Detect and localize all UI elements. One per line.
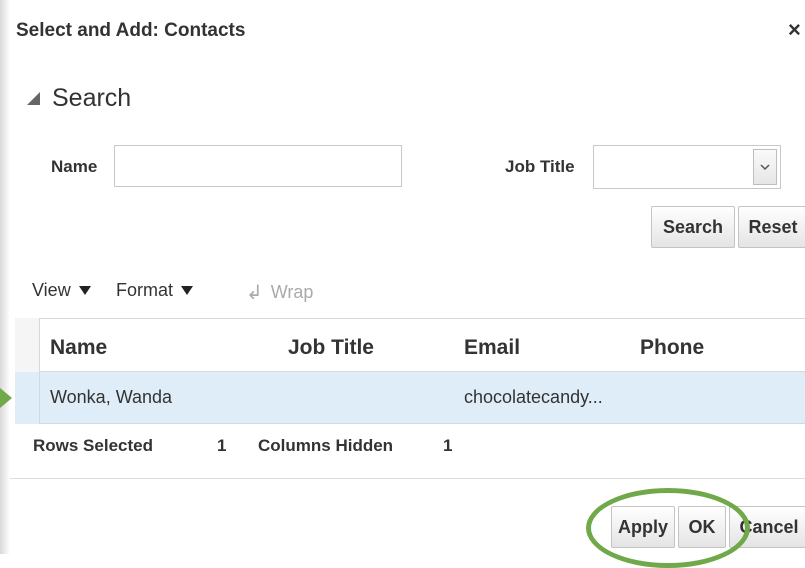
format-menu-label: Format (116, 280, 174, 300)
job-title-select[interactable] (593, 145, 781, 189)
reset-button-label: Reset (748, 216, 798, 237)
row-arrow-icon (0, 388, 12, 408)
search-button[interactable]: Search (651, 206, 735, 248)
rows-selected-value: 1 (217, 436, 227, 455)
name-field-label: Name (51, 157, 98, 176)
job-title-field-label: Job Title (505, 157, 575, 176)
cell-name: Wonka, Wanda (50, 387, 173, 407)
column-header-email[interactable]: Email (464, 336, 520, 360)
wrap-icon: ↲ (246, 282, 263, 304)
highlight-ellipse-annotation (586, 488, 750, 568)
caret-down-icon (78, 286, 91, 295)
name-search-input[interactable] (114, 145, 402, 187)
search-section-toggle[interactable]: Search (27, 84, 131, 113)
reset-button[interactable]: Reset (738, 206, 805, 248)
search-section-label: Search (52, 84, 132, 112)
caret-down-icon (181, 286, 194, 295)
column-header-name[interactable]: Name (50, 336, 107, 360)
search-button-label: Search (662, 216, 724, 237)
wrap-button-label: Wrap (270, 282, 314, 302)
wrap-button[interactable]: ↲ Wrap (246, 280, 313, 305)
collapse-triangle-icon (27, 92, 40, 105)
column-header-job-title[interactable]: Job Title (288, 336, 374, 360)
columns-hidden-label: Columns Hidden (258, 436, 394, 455)
row-selector[interactable] (15, 372, 40, 424)
dropdown-chevron-icon[interactable] (753, 149, 777, 185)
columns-hidden-value: 1 (443, 436, 453, 455)
select-add-contacts-dialog: Select and Add: Contacts × Search Name J… (10, 0, 805, 568)
footer-divider (10, 478, 805, 479)
dialog-shadow (0, 0, 10, 554)
format-menu[interactable]: Format (116, 280, 194, 301)
view-menu[interactable]: View (32, 280, 91, 301)
view-menu-label: View (32, 280, 71, 300)
cell-email: chocolatecandy... (464, 387, 603, 407)
dialog-title: Select and Add: Contacts (16, 20, 246, 41)
column-header-phone[interactable]: Phone (640, 336, 704, 360)
close-icon[interactable]: × (788, 17, 801, 43)
rows-selected-label: Rows Selected (33, 436, 153, 455)
